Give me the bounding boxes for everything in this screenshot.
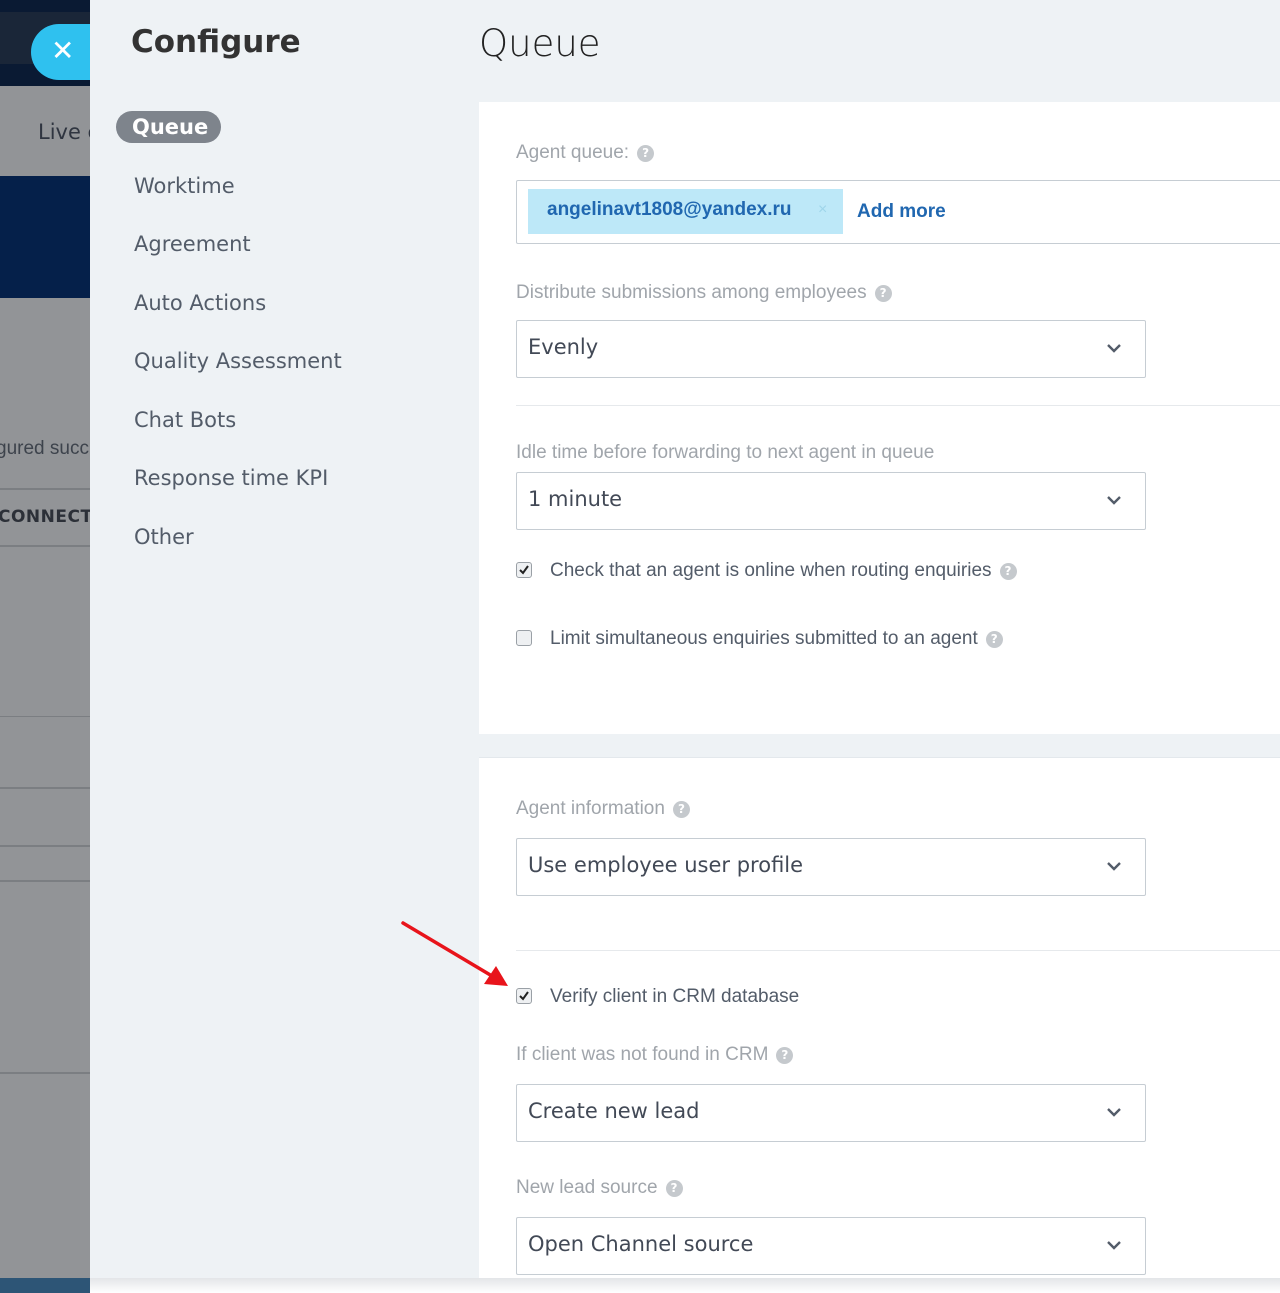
divider xyxy=(0,488,90,490)
new-lead-source-label: New lead source? xyxy=(516,1177,683,1199)
not-found-label: If client was not found in CRM? xyxy=(516,1044,794,1066)
divider xyxy=(516,405,1280,406)
sidebar-item-other[interactable]: Other xyxy=(134,525,194,549)
divider xyxy=(516,950,1280,951)
help-icon[interactable]: ? xyxy=(874,285,892,302)
agent-information-label: Agent information? xyxy=(516,798,690,820)
sidebar-item-worktime[interactable]: Worktime xyxy=(134,174,235,198)
bottom-shadow xyxy=(90,1278,1280,1293)
background-bottom-bar xyxy=(0,1278,90,1293)
distribute-select[interactable]: Evenly xyxy=(516,320,1146,378)
agent-information-select[interactable]: Use employee user profile xyxy=(516,838,1146,896)
new-lead-source-select[interactable]: Open Channel source xyxy=(516,1217,1146,1275)
not-found-action-select[interactable]: Create new lead xyxy=(516,1084,1146,1142)
idle-time-label: Idle time before forwarding to next agen… xyxy=(516,442,935,463)
background-connect-label: CONNECT xyxy=(0,507,90,527)
divider xyxy=(0,787,90,789)
background-app: Live c gured succ CONNECT xyxy=(0,0,90,1293)
help-icon[interactable]: ? xyxy=(999,563,1017,580)
help-icon[interactable]: ? xyxy=(637,145,655,162)
chevron-down-icon xyxy=(1107,1108,1121,1117)
check-online-checkbox[interactable] xyxy=(516,562,532,578)
sidebar-item-chat-bots[interactable]: Chat Bots xyxy=(134,408,236,432)
add-more-link[interactable]: Add more xyxy=(857,201,946,223)
divider xyxy=(0,845,90,847)
crm-settings-card: Agent information? Use employee user pro… xyxy=(479,757,1280,1293)
agent-tag: angelinavt1808@yandex.ru × xyxy=(528,189,843,234)
agent-queue-label: Agent queue:? xyxy=(516,142,655,164)
red-arrow-annotation xyxy=(401,921,508,986)
background-tab-live: Live c xyxy=(38,120,90,144)
close-icon: ✕ xyxy=(51,34,75,67)
queue-settings-card: Agent queue:? angelinavt1808@yandex.ru ×… xyxy=(479,102,1280,734)
limit-simultaneous-checkbox[interactable] xyxy=(516,630,532,646)
help-icon[interactable]: ? xyxy=(672,801,690,818)
chevron-down-icon xyxy=(1107,1241,1121,1250)
distribute-label: Distribute submissions among employees? xyxy=(516,282,892,304)
agent-queue-field[interactable]: angelinavt1808@yandex.ru × Add more xyxy=(516,180,1280,244)
remove-tag-icon[interactable]: × xyxy=(818,201,827,219)
divider xyxy=(0,880,90,882)
divider xyxy=(0,1072,90,1074)
sidebar-item-quality-assessment[interactable]: Quality Assessment xyxy=(134,349,342,373)
help-icon[interactable]: ? xyxy=(985,631,1003,648)
checkmark-icon xyxy=(519,565,529,575)
background-banner xyxy=(0,176,90,298)
checkmark-icon xyxy=(519,991,529,1001)
sidebar-title: Configure xyxy=(131,24,301,60)
help-icon[interactable]: ? xyxy=(665,1180,683,1197)
divider xyxy=(0,545,90,547)
divider xyxy=(0,716,90,717)
page-title: Queue xyxy=(479,22,601,65)
configure-panel: Configure Queue Worktime Agreement Auto … xyxy=(90,0,1280,1293)
chevron-down-icon xyxy=(1107,344,1121,353)
background-status-text: gured succ xyxy=(0,438,89,459)
sidebar-item-auto-actions[interactable]: Auto Actions xyxy=(134,291,266,315)
help-icon[interactable]: ? xyxy=(776,1047,794,1064)
verify-crm-checkbox[interactable] xyxy=(516,988,532,1004)
idle-time-select[interactable]: 1 minute xyxy=(516,472,1146,530)
sidebar-item-response-time-kpi[interactable]: Response time KPI xyxy=(134,466,328,490)
chevron-down-icon xyxy=(1107,862,1121,871)
sidebar-item-agreement[interactable]: Agreement xyxy=(134,232,251,256)
sidebar-item-queue[interactable]: Queue xyxy=(116,111,222,143)
agent-tag-text: angelinavt1808@yandex.ru xyxy=(547,199,792,220)
chevron-down-icon xyxy=(1107,496,1121,505)
